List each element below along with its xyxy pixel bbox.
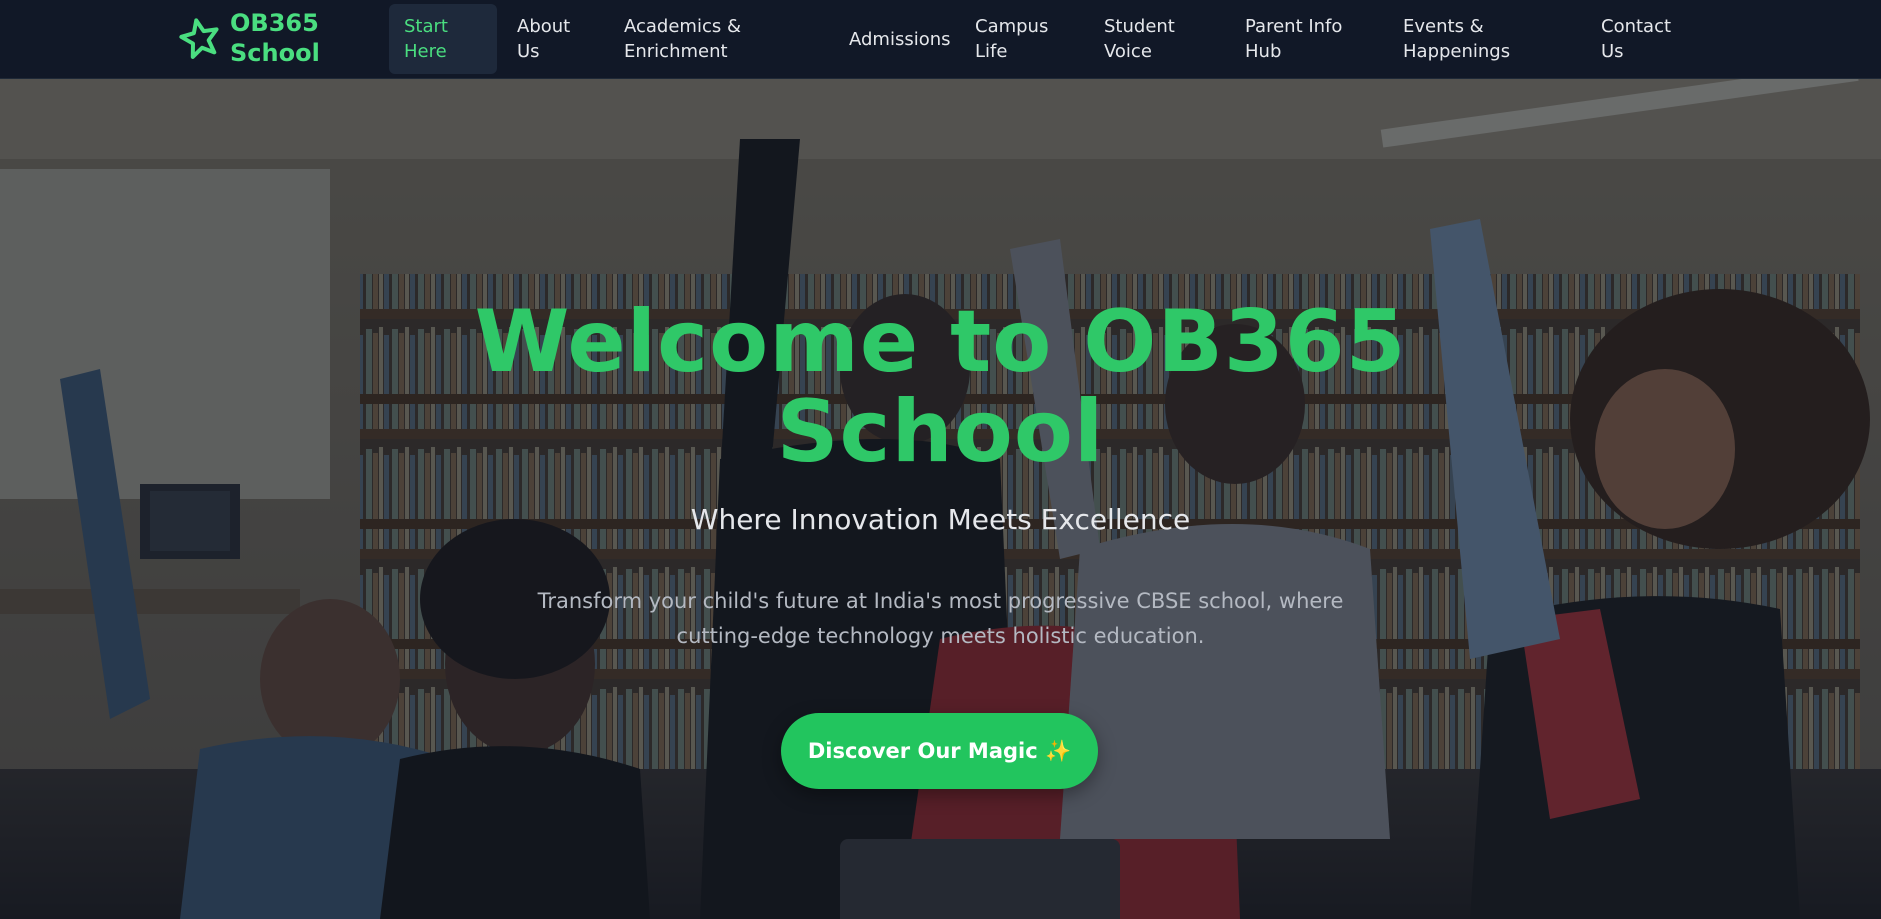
- nav-item-start-here[interactable]: Start Here: [389, 4, 497, 74]
- nav-label-line1: Start: [404, 16, 448, 37]
- hero-title: Welcome to OB365 School: [0, 297, 1881, 477]
- nav-item-campus-life[interactable]: Campus Life: [960, 4, 1063, 74]
- hero-subtitle: Where Innovation Meets Excellence: [690, 503, 1191, 536]
- nav-item-contact-us[interactable]: Contact Us: [1586, 4, 1686, 74]
- nav-label-line2: Enrichment: [624, 41, 728, 62]
- brand-name: OB365 School: [230, 8, 320, 68]
- hero-section: Welcome to OB365 School Where Innovation…: [0, 79, 1881, 919]
- nav-label-line1: About: [517, 16, 571, 37]
- nav-label-line2: Us: [1601, 41, 1624, 62]
- discover-magic-button[interactable]: Discover Our Magic ✨: [781, 713, 1098, 789]
- hero-title-line1: Welcome to OB365: [474, 292, 1407, 392]
- star-outline-icon: [179, 18, 219, 59]
- hero-title-line2: School: [776, 382, 1105, 482]
- nav-label-line2: Here: [404, 41, 447, 62]
- nav-item-parent-info-hub[interactable]: Parent Info Hub: [1230, 4, 1357, 74]
- nav-label-line1: Admissions: [849, 28, 951, 50]
- brand-name-line1: OB365: [230, 9, 319, 37]
- hero-dark-overlay: [0, 79, 1881, 919]
- nav-label-line2: Life: [975, 41, 1008, 62]
- hero-description: Transform your child's future at India's…: [537, 589, 1344, 648]
- main-navbar: OB365 School Start Here About Us Academics…: [0, 0, 1881, 79]
- nav-label-line2: Hub: [1245, 41, 1282, 62]
- nav-label-line2: Us: [517, 41, 540, 62]
- nav-label-line2: Happenings: [1403, 41, 1511, 62]
- brand-name-line2: School: [230, 39, 320, 67]
- nav-label-line1: Student: [1104, 16, 1175, 37]
- nav-label-line1: Contact: [1601, 16, 1672, 37]
- nav-label-line1: Events &: [1403, 16, 1484, 37]
- nav-item-academics[interactable]: Academics & Enrichment: [609, 4, 756, 74]
- nav-item-student-voice[interactable]: Student Voice: [1089, 4, 1190, 74]
- nav-item-about-us[interactable]: About Us: [502, 4, 585, 74]
- brand-logo-link[interactable]: OB365 School: [178, 8, 320, 68]
- nav-label-line2: Voice: [1104, 41, 1152, 62]
- nav-label-line1: Campus: [975, 16, 1049, 37]
- nav-item-admissions[interactable]: Admissions: [834, 4, 966, 74]
- nav-label-line1: Parent Info: [1245, 16, 1343, 37]
- nav-item-events[interactable]: Events & Happenings: [1388, 4, 1525, 74]
- nav-label-line1: Academics &: [624, 16, 741, 37]
